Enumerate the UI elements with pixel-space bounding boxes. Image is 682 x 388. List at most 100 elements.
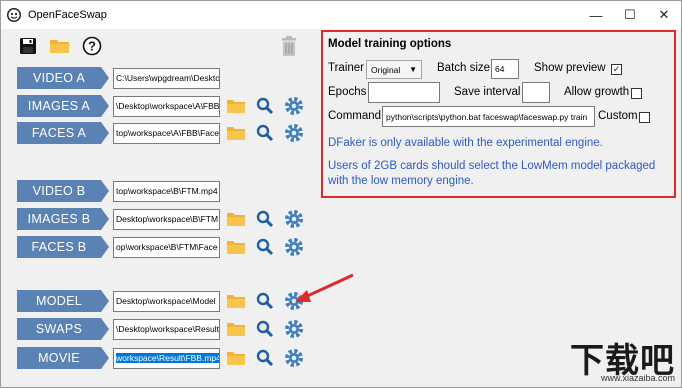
- movie-path-input[interactable]: workspace\Result\FBB.mp4: [113, 347, 220, 369]
- row-actions: [226, 209, 304, 229]
- search-icon[interactable]: [255, 237, 275, 257]
- command-input[interactable]: python\scripts\python.bat faceswap\faces…: [382, 106, 595, 127]
- row-actions: [226, 123, 304, 143]
- trash-icon[interactable]: [280, 35, 298, 57]
- window-controls: — ☐ ✕: [579, 1, 681, 29]
- row-actions: [226, 319, 304, 339]
- batch-size-input[interactable]: 64: [491, 59, 519, 79]
- video-a-button[interactable]: VIDEO A: [17, 67, 109, 89]
- swaps-button[interactable]: SWAPS: [17, 318, 109, 340]
- path-text: op\workspace\B\FTM\Face: [116, 242, 218, 252]
- window-title: OpenFaceSwap: [28, 9, 107, 21]
- images-a-path-input[interactable]: \Desktop\workspace\A\FBB: [113, 95, 220, 117]
- minimize-button[interactable]: —: [579, 1, 613, 29]
- path-text: workspace\Result\FBB.mp4: [116, 353, 220, 363]
- search-icon[interactable]: [255, 291, 275, 311]
- faces-a-path-input[interactable]: top\workspace\A\FBB\Face: [113, 122, 220, 144]
- chevron-down-icon: ▼: [409, 65, 417, 74]
- help-icon-glyph: ?: [88, 39, 96, 54]
- save-interval-label: Save interval: [454, 86, 521, 98]
- help-icon[interactable]: ?: [81, 35, 103, 57]
- movie-button[interactable]: MOVIE: [17, 347, 109, 369]
- row-actions: [226, 237, 304, 257]
- trainer-value: Original: [371, 64, 401, 75]
- folder-icon[interactable]: [226, 319, 246, 339]
- custom-label: Custom: [598, 110, 638, 122]
- watermark: 下载吧 www.xiazaiba.com: [549, 333, 675, 383]
- faces-b-button[interactable]: FACES B: [17, 236, 109, 258]
- video-a-path-input[interactable]: C:\Users\wpgdream\Deskto: [113, 67, 220, 89]
- path-text: \Desktop\workspace\Result: [116, 324, 219, 334]
- folder-icon[interactable]: [226, 96, 246, 116]
- row-actions: [226, 348, 304, 368]
- model-path-input[interactable]: Desktop\workspace\Model: [113, 290, 220, 312]
- save-interval-input[interactable]: [522, 82, 550, 103]
- gear-icon[interactable]: [284, 96, 304, 116]
- allow-growth-label: Allow growth: [564, 86, 630, 98]
- search-icon[interactable]: [255, 123, 275, 143]
- images-b-button[interactable]: IMAGES B: [17, 208, 109, 230]
- batch-size-value: 64: [495, 64, 505, 74]
- command-value: python\scripts\python.bat faceswap\faces…: [386, 111, 588, 122]
- epochs-input[interactable]: [368, 82, 440, 103]
- epochs-label: Epochs: [328, 86, 367, 98]
- row-video-a: VIDEO A C:\Users\wpgdream\Deskto: [17, 66, 220, 90]
- path-text: Desktop\workspace\B\FTM: [116, 214, 219, 224]
- custom-checkbox[interactable]: [639, 112, 650, 123]
- path-text: Desktop\workspace\Model: [116, 296, 216, 306]
- gear-icon[interactable]: [284, 209, 304, 229]
- close-button[interactable]: ✕: [647, 1, 681, 29]
- options-title: Model training options: [328, 38, 452, 50]
- search-icon[interactable]: [255, 96, 275, 116]
- row-images-b: IMAGES B Desktop\workspace\B\FTM: [17, 207, 304, 231]
- search-icon[interactable]: [255, 209, 275, 229]
- video-b-button[interactable]: VIDEO B: [17, 180, 109, 202]
- show-preview-label: Show preview: [534, 62, 606, 74]
- trainer-label: Trainer: [328, 62, 364, 74]
- folder-icon[interactable]: [226, 209, 246, 229]
- app-logo-icon: [7, 8, 21, 22]
- info-dfaker: DFaker is only available with the experi…: [328, 137, 603, 149]
- model-training-options-panel: Model training options Trainer Original …: [321, 30, 676, 198]
- allow-growth-checkbox[interactable]: [631, 88, 642, 99]
- row-faces-a: FACES A top\workspace\A\FBB\Face: [17, 121, 304, 145]
- folder-open-icon[interactable]: [49, 35, 71, 57]
- row-faces-b: FACES B op\workspace\B\FTM\Face: [17, 235, 304, 259]
- save-icon[interactable]: [17, 35, 39, 57]
- model-button[interactable]: MODEL: [17, 290, 109, 312]
- gear-icon[interactable]: [284, 319, 304, 339]
- maximize-button[interactable]: ☐: [613, 1, 647, 29]
- info-lowmem: Users of 2GB cards should select the Low…: [328, 160, 656, 187]
- trainer-select[interactable]: Original ▼: [366, 60, 422, 79]
- show-preview-checkbox[interactable]: ✓: [611, 64, 622, 75]
- folder-icon[interactable]: [226, 123, 246, 143]
- title-bar: OpenFaceSwap — ☐ ✕: [1, 1, 681, 29]
- row-actions: [226, 96, 304, 116]
- folder-icon[interactable]: [226, 291, 246, 311]
- faces-a-button[interactable]: FACES A: [17, 122, 109, 144]
- path-text: top\workspace\B\FTM.mp4: [116, 186, 218, 196]
- path-text: top\workspace\A\FBB\Face: [116, 128, 219, 138]
- command-label: Command: [328, 110, 382, 122]
- watermark-url: www.xiazaiba.com: [600, 373, 675, 383]
- app-window: OpenFaceSwap — ☐ ✕ ? VIDEO A C:\Users\wp…: [0, 0, 682, 388]
- images-b-path-input[interactable]: Desktop\workspace\B\FTM: [113, 208, 220, 230]
- toolbar: ?: [17, 35, 103, 57]
- annotation-arrow-icon: [295, 273, 354, 302]
- gear-icon[interactable]: [284, 348, 304, 368]
- video-b-path-input[interactable]: top\workspace\B\FTM.mp4: [113, 180, 220, 202]
- faces-b-path-input[interactable]: op\workspace\B\FTM\Face: [113, 236, 220, 258]
- folder-icon[interactable]: [226, 237, 246, 257]
- batch-size-label: Batch size: [437, 62, 491, 74]
- search-icon[interactable]: [255, 348, 275, 368]
- swaps-path-input[interactable]: \Desktop\workspace\Result: [113, 318, 220, 340]
- row-images-a: IMAGES A \Desktop\workspace\A\FBB: [17, 94, 304, 118]
- gear-icon[interactable]: [284, 237, 304, 257]
- path-text: C:\Users\wpgdream\Deskto: [116, 73, 220, 83]
- search-icon[interactable]: [255, 319, 275, 339]
- images-a-button[interactable]: IMAGES A: [17, 95, 109, 117]
- gear-icon[interactable]: [284, 123, 304, 143]
- row-movie: MOVIE workspace\Result\FBB.mp4: [17, 346, 304, 370]
- folder-icon[interactable]: [226, 348, 246, 368]
- row-swaps: SWAPS \Desktop\workspace\Result: [17, 317, 304, 341]
